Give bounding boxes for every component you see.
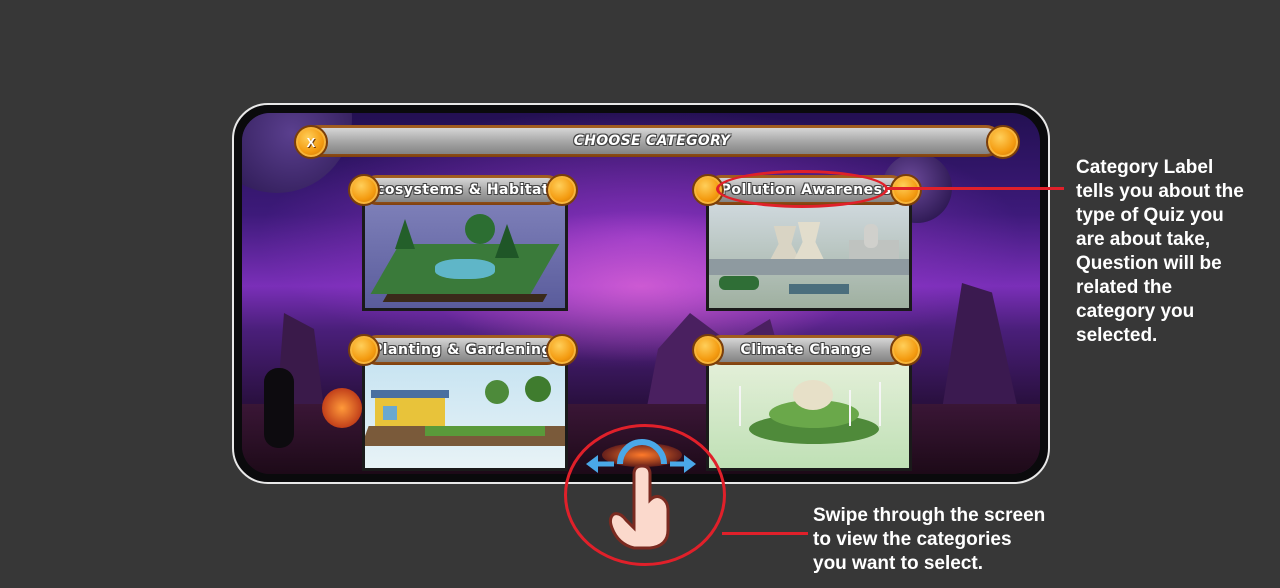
garden-image	[362, 361, 568, 471]
category-label-note: Category Label tells you about the type …	[1076, 156, 1244, 348]
callout-line	[722, 532, 808, 535]
note-line: tells you about the	[1076, 181, 1244, 202]
bar-knob-decoration	[890, 334, 922, 366]
swipe-note: Swipe through the screen to view the cat…	[813, 504, 1045, 576]
bar-knob-decoration	[692, 334, 724, 366]
bar-knob-decoration	[348, 334, 380, 366]
bar-knob-decoration	[546, 334, 578, 366]
page-title: CHOOSE CATEGORY	[573, 133, 731, 149]
bar-knob-decoration	[890, 174, 922, 206]
power-plant-image	[706, 201, 912, 311]
category-label-bar: Ecosystems & Habitats	[362, 175, 562, 205]
category-label-bar: Planting & Gardening	[362, 335, 562, 365]
note-line: are about take,	[1076, 229, 1211, 250]
note-line: category you	[1076, 301, 1195, 322]
bar-knob-decoration	[348, 174, 380, 206]
ecosystem-image	[362, 201, 568, 311]
category-label-bar: Climate Change	[706, 335, 906, 365]
category-card-ecosystems[interactable]: Ecosystems & Habitats	[348, 174, 588, 315]
close-button[interactable]: X	[294, 125, 328, 159]
category-label: Climate Change	[740, 342, 872, 358]
note-line: to view the categories	[813, 529, 1012, 550]
category-label: Ecosystems & Habitats	[366, 182, 558, 198]
swipe-gesture-icon	[586, 439, 696, 550]
side-notch	[264, 368, 294, 448]
game-screen: CHOOSE CATEGORY X Ecosystems & Habitats	[242, 113, 1040, 474]
title-bar: CHOOSE CATEGORY	[302, 125, 1002, 157]
note-line: Category Label	[1076, 157, 1214, 178]
title-knob-decoration	[986, 125, 1020, 159]
category-label: Planting & Gardening	[371, 342, 553, 358]
climate-image	[706, 361, 912, 471]
label-highlight-ellipse	[716, 170, 888, 208]
callout-line	[886, 187, 1064, 190]
bar-knob-decoration	[546, 174, 578, 206]
note-line: you want to select.	[813, 553, 983, 574]
note-line: related the	[1076, 277, 1173, 298]
category-card-planting[interactable]: Planting & Gardening	[348, 334, 588, 474]
note-line: Swipe through the screen	[813, 505, 1046, 526]
note-line: Question will be	[1076, 253, 1222, 274]
note-line: type of Quiz you	[1076, 205, 1224, 226]
close-icon: X	[306, 134, 316, 150]
note-line: selected.	[1076, 325, 1158, 346]
category-card-climate[interactable]: Climate Change	[692, 334, 932, 474]
